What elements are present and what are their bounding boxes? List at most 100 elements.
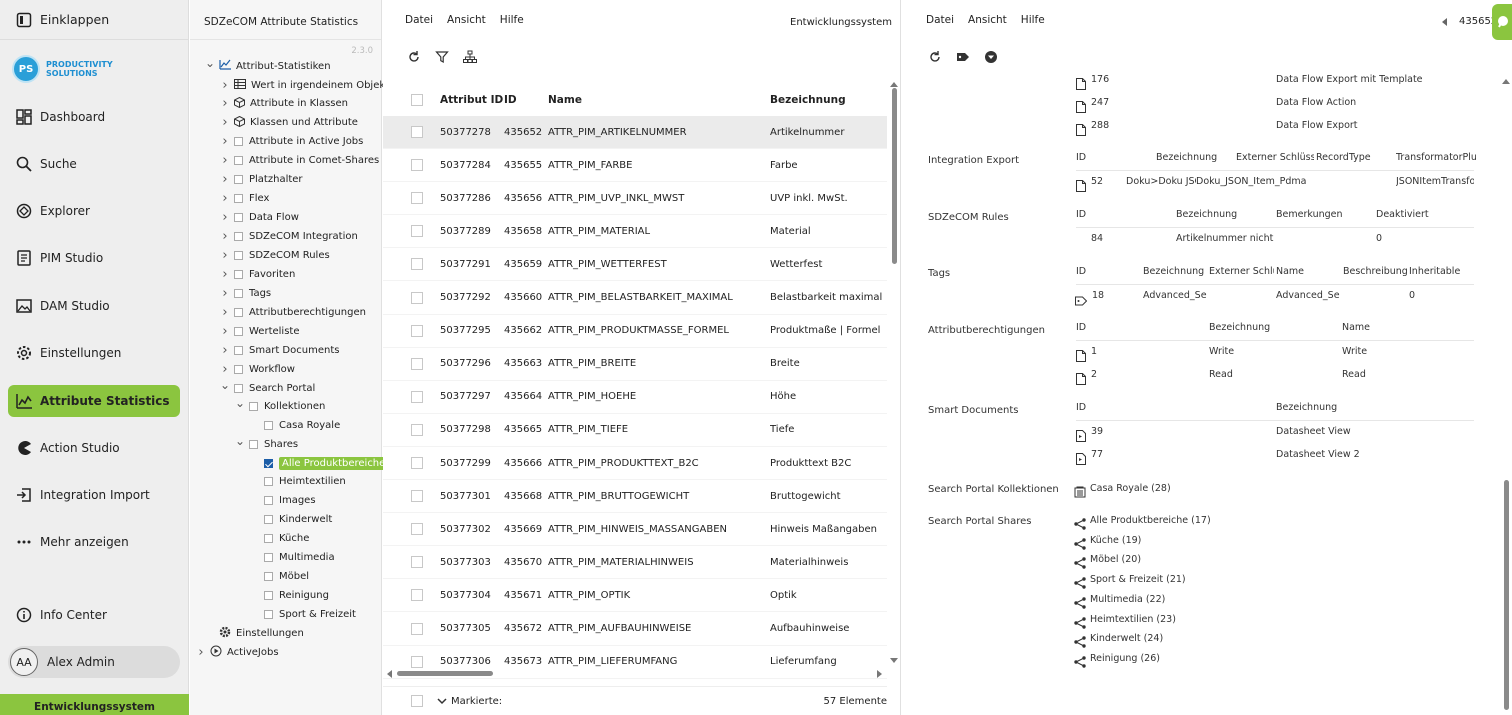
chevron-down-icon[interactable]: ⌄ bbox=[219, 378, 231, 392]
tree-checkbox[interactable] bbox=[234, 307, 243, 317]
tree-item-share[interactable]: Heimtextilien bbox=[249, 473, 346, 491]
tree-item-casa-royale[interactable]: Casa Royale bbox=[249, 416, 340, 434]
tree-item-klassen-und-attribute[interactable]: › Klassen und Attribute bbox=[219, 114, 358, 132]
row-checkbox[interactable] bbox=[411, 192, 423, 205]
tree-item-share[interactable]: Alle Produktbereiche bbox=[249, 454, 389, 472]
tree-checkbox[interactable] bbox=[234, 288, 243, 298]
chevron-right-icon[interactable]: › bbox=[219, 267, 231, 282]
share-link[interactable]: Multimedia (22) bbox=[1090, 594, 1165, 605]
dropdown-circle-icon[interactable] bbox=[984, 50, 998, 64]
tree-checkbox[interactable] bbox=[264, 496, 273, 506]
nav-item-attribute-statistics[interactable]: Attribute Statistics bbox=[8, 385, 180, 417]
tree-item-smart-documents[interactable]: › Smart Documents bbox=[219, 341, 339, 359]
chevron-right-icon[interactable]: › bbox=[219, 229, 231, 244]
tree-item-einstellungen[interactable]: Einstellungen bbox=[204, 624, 304, 642]
tree-item-attribute-in-comet-shares[interactable]: › Attribute in Comet-Shares bbox=[219, 152, 379, 170]
chevron-right-icon[interactable]: › bbox=[219, 286, 231, 301]
tree-checkbox[interactable] bbox=[234, 156, 243, 166]
chevron-right-icon[interactable]: › bbox=[219, 191, 231, 206]
tree-checkbox[interactable] bbox=[264, 553, 273, 563]
table-row[interactable]: 50377278 435652 ATTR_PIM_ARTIKELNUMMER Arti… bbox=[383, 116, 887, 149]
row-checkbox[interactable] bbox=[411, 258, 423, 271]
tree-checkbox[interactable] bbox=[249, 401, 258, 411]
tree-item-tags[interactable]: › Tags bbox=[219, 284, 271, 302]
chevron-down-icon[interactable]: ⌄ bbox=[204, 56, 216, 70]
table-row[interactable]: 50377299 435666 ATTR_PIM_PRODUKTTEXT_B2C Pr… bbox=[383, 447, 887, 480]
tree-item-search-portal[interactable]: ⌄ Search Portal bbox=[219, 378, 315, 397]
tree-item-share[interactable]: Kinderwelt bbox=[249, 511, 332, 529]
chevron-right-icon[interactable]: › bbox=[219, 305, 231, 320]
menu-ansicht[interactable]: Ansicht bbox=[968, 14, 1007, 26]
refresh-icon[interactable] bbox=[407, 50, 421, 64]
share-link[interactable]: Sport & Freizeit (21) bbox=[1090, 574, 1186, 585]
tree-checkbox[interactable] bbox=[249, 439, 258, 449]
tree-item-activejobs[interactable]: › ActiveJobs bbox=[195, 643, 278, 661]
tree-checkbox[interactable] bbox=[234, 383, 243, 393]
tree-item-platzhalter[interactable]: › Platzhalter bbox=[219, 171, 302, 189]
nav-item-dam-studio[interactable]: DAM Studio bbox=[8, 290, 180, 322]
tree-checkbox[interactable] bbox=[234, 213, 243, 223]
scroll-thumb[interactable] bbox=[397, 671, 493, 676]
nav-item-mehr-anzeigen[interactable]: Mehr anzeigen bbox=[8, 526, 180, 558]
tree-checkbox[interactable] bbox=[234, 345, 243, 355]
footer-checkbox[interactable] bbox=[411, 695, 423, 707]
chevron-right-icon[interactable]: › bbox=[219, 324, 231, 339]
tree-item-data-flow[interactable]: › Data Flow bbox=[219, 209, 299, 227]
nav-item-dashboard[interactable]: Dashboard bbox=[8, 101, 180, 133]
chevron-right-icon[interactable]: › bbox=[219, 78, 231, 93]
tree-item-sdzecom-rules[interactable]: › SDZeCOM Rules bbox=[219, 247, 329, 265]
tree-checkbox[interactable] bbox=[264, 420, 273, 430]
tree-item-workflow[interactable]: › Workflow bbox=[219, 360, 295, 378]
row-checkbox[interactable] bbox=[411, 225, 423, 238]
table-row[interactable]: 50377292 435660 ATTR_PIM_BELASTBARKEIT_MAX… bbox=[383, 282, 887, 315]
tree-item-kollektionen[interactable]: ⌄ Kollektionen bbox=[234, 396, 325, 415]
collection-link[interactable]: Casa Royale (28) bbox=[1090, 483, 1171, 494]
menu-ansicht[interactable]: Ansicht bbox=[447, 14, 486, 26]
table-row[interactable]: 50377286 435656 ATTR_PIM_UVP_INKL_MWST UVP … bbox=[383, 182, 887, 216]
nav-item-pim-studio[interactable]: PIM Studio bbox=[8, 242, 180, 274]
chevron-right-icon[interactable]: › bbox=[219, 134, 231, 149]
row-checkbox[interactable] bbox=[411, 457, 423, 469]
table-row[interactable]: 50377295 435662 ATTR_PIM_PRODUKTMASSE_FORM… bbox=[383, 315, 887, 348]
share-link[interactable]: Reinigung (26) bbox=[1090, 653, 1160, 664]
table-row[interactable]: 50377301 435668 ATTR_PIM_BRUTTOGEWICHT Brut… bbox=[383, 480, 887, 514]
table-row[interactable]: 50377297 435664 ATTR_PIM_HOEHE Höhe bbox=[383, 381, 887, 414]
share-link[interactable]: Kinderwelt (24) bbox=[1090, 633, 1163, 644]
nav-item-action-studio[interactable]: Action Studio bbox=[8, 432, 180, 464]
tree-item-flex[interactable]: › Flex bbox=[219, 190, 269, 208]
row-checkbox[interactable] bbox=[411, 357, 423, 370]
share-link[interactable]: Alle Produktbereiche (17) bbox=[1090, 515, 1211, 526]
hierarchy-icon[interactable] bbox=[463, 50, 477, 64]
scroll-thumb[interactable] bbox=[892, 88, 897, 264]
menu-hilfe[interactable]: Hilfe bbox=[1021, 14, 1045, 26]
table-row[interactable]: 50377289 435658 ATTR_PIM_MATERIAL Material bbox=[383, 215, 887, 249]
vertical-scrollbar[interactable] bbox=[887, 80, 901, 670]
tree-item-share[interactable]: Reinigung bbox=[249, 587, 329, 605]
share-link[interactable]: Küche (19) bbox=[1090, 535, 1141, 546]
tree-checkbox[interactable] bbox=[264, 534, 273, 544]
column-header-name[interactable]: Name bbox=[548, 94, 770, 106]
tree-item-werteliste[interactable]: › Werteliste bbox=[219, 322, 299, 340]
row-checkbox[interactable] bbox=[411, 622, 423, 635]
column-header-attribut-id[interactable]: Attribut ID bbox=[440, 94, 504, 106]
column-header-bezeichnung[interactable]: Bezeichnung bbox=[770, 94, 887, 106]
row-checkbox[interactable] bbox=[411, 324, 423, 337]
table-row[interactable]: 50377305 435672 ATTR_PIM_AUFBAUHINWEISE Auf… bbox=[383, 613, 887, 646]
tree-checkbox[interactable] bbox=[264, 477, 273, 487]
nav-item-suche[interactable]: Suche bbox=[8, 148, 180, 180]
tree-item-share[interactable]: Möbel bbox=[249, 568, 309, 586]
menu-datei[interactable]: Datei bbox=[926, 14, 954, 26]
scroll-thumb[interactable] bbox=[1504, 480, 1509, 710]
chevron-right-icon[interactable]: › bbox=[219, 210, 231, 225]
chevron-down-icon[interactable]: ⌄ bbox=[234, 434, 246, 448]
tree-item-sdzecom-integration[interactable]: › SDZeCOM Integration bbox=[219, 228, 357, 246]
select-all-checkbox[interactable] bbox=[411, 94, 423, 106]
chevron-right-icon[interactable]: › bbox=[219, 172, 231, 187]
table-row[interactable]: 50377284 435655 ATTR_PIM_FARBE Farbe bbox=[383, 149, 887, 183]
chevron-right-icon[interactable]: › bbox=[219, 343, 231, 358]
nav-item-integration-import[interactable]: Integration Import bbox=[8, 479, 180, 511]
chevron-right-icon[interactable]: › bbox=[219, 96, 231, 111]
tree-item-attribute-in-klassen[interactable]: › Attribute in Klassen bbox=[219, 95, 348, 113]
table-row[interactable]: 50377291 435659 ATTR_PIM_WETTERFEST Wetterf… bbox=[383, 248, 887, 282]
tree-checkbox[interactable] bbox=[264, 515, 273, 525]
